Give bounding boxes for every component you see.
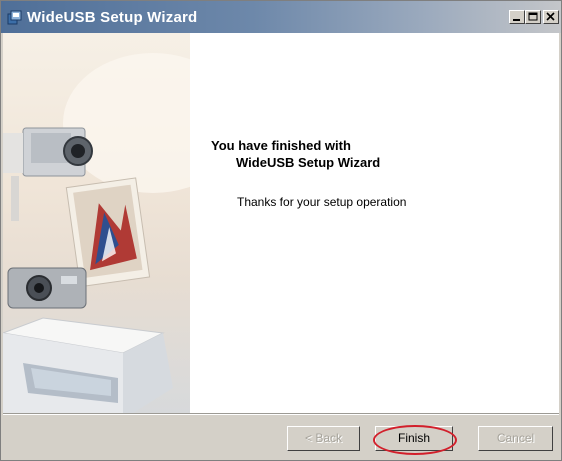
finish-button[interactable]: Finish — [375, 426, 453, 451]
wizard-side-illustration — [3, 33, 190, 413]
window-title: WideUSB Setup Wizard — [27, 9, 198, 26]
setup-app-icon — [7, 10, 22, 25]
completion-message: Thanks for your setup operation — [237, 195, 407, 209]
close-button[interactable] — [543, 10, 559, 24]
heading-line-1: You have finished with — [211, 138, 351, 153]
cancel-button[interactable]: Cancel — [478, 426, 553, 451]
setup-wizard-window: WideUSB Setup Wizard You have finished w… — [0, 0, 562, 461]
back-button[interactable]: < Back — [287, 426, 360, 451]
maximize-button[interactable] — [525, 10, 541, 24]
heading-line-2: WideUSB Setup Wizard — [236, 155, 381, 170]
minimize-button[interactable] — [509, 10, 525, 24]
title-bar[interactable]: WideUSB Setup Wizard — [1, 1, 561, 33]
camera-scanner-illustration — [3, 53, 190, 413]
completion-heading: You have finished with WideUSB Setup Wiz… — [211, 137, 380, 171]
button-area-separator — [3, 413, 559, 415]
close-icon — [546, 12, 555, 21]
minimize-icon — [513, 19, 520, 21]
wizard-content-area: You have finished with WideUSB Setup Wiz… — [3, 33, 559, 413]
maximize-icon — [528, 12, 538, 21]
